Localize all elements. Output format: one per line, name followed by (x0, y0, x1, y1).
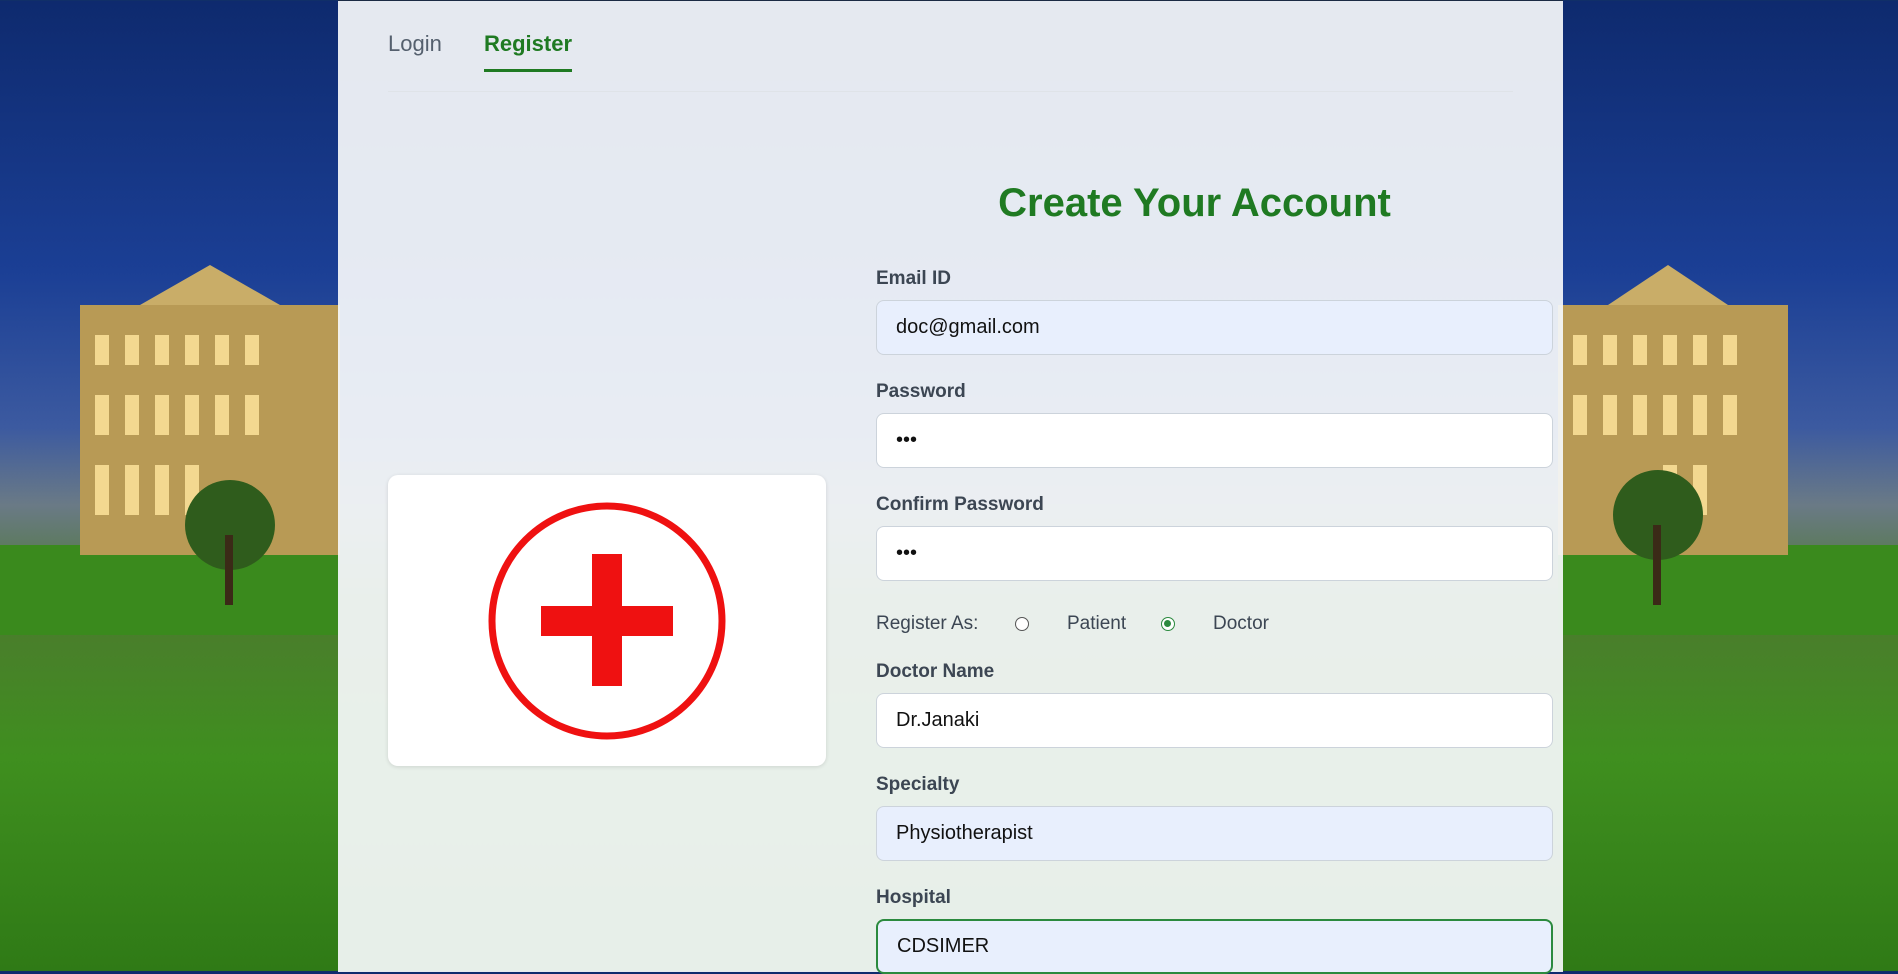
hospital-field[interactable] (876, 919, 1553, 974)
doctor-option-label[interactable]: Doctor (1213, 613, 1269, 635)
specialty-field[interactable] (876, 806, 1553, 861)
confirm-password-label: Confirm Password (876, 494, 1044, 515)
specialty-label: Specialty (876, 774, 960, 795)
hospital-label: Hospital (876, 887, 951, 908)
doctor-radio[interactable] (1161, 617, 1175, 631)
email-label: Email ID (876, 268, 951, 289)
doctor-name-label: Doctor Name (876, 661, 995, 682)
page-title: Create Your Account (998, 181, 1391, 225)
password-field[interactable] (876, 413, 1553, 468)
register-panel: Login Register Create Your Account Email… (338, 0, 1563, 974)
doctor-name-field[interactable] (876, 693, 1553, 748)
background-building-left (0, 265, 340, 635)
tab-login[interactable]: Login (388, 31, 442, 69)
register-as-label: Register As: (876, 613, 979, 634)
patient-radio[interactable] (1015, 617, 1029, 631)
email-field[interactable] (876, 300, 1553, 355)
register-as-group: Register As: Patient Doctor (876, 613, 1476, 639)
background-building-right (1558, 265, 1898, 635)
tab-register[interactable]: Register (484, 31, 573, 72)
auth-tabs: Login Register (388, 1, 1513, 92)
patient-option-label[interactable]: Patient (1067, 613, 1126, 635)
red-cross-icon (488, 502, 726, 740)
password-label: Password (876, 381, 966, 402)
confirm-password-field[interactable] (876, 526, 1553, 581)
logo-card (388, 475, 826, 766)
